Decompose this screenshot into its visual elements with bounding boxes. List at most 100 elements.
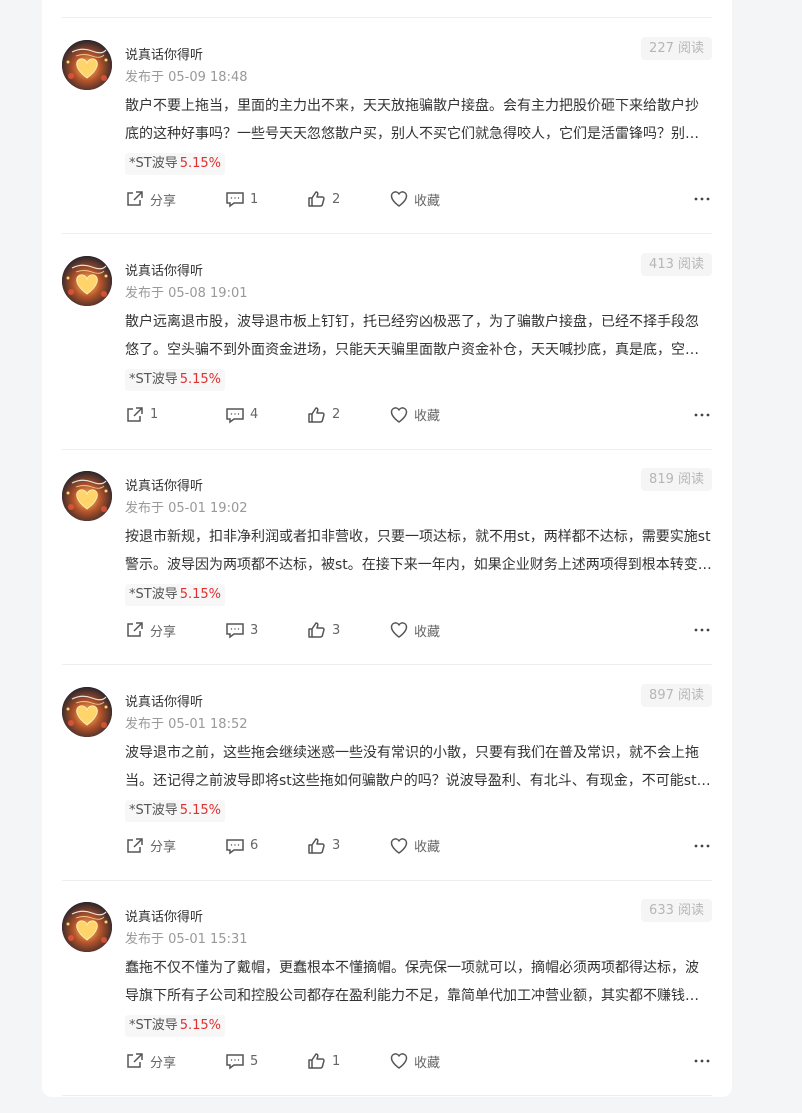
share-button[interactable]: 分享 bbox=[125, 183, 176, 215]
more-options-button[interactable] bbox=[694, 183, 710, 215]
stock-tag[interactable]: *ST波导 5.15% bbox=[125, 1015, 226, 1037]
like-button[interactable]: 1 bbox=[307, 1045, 340, 1077]
comment-count: 6 bbox=[250, 838, 259, 853]
share-button[interactable]: 分享 bbox=[125, 830, 176, 862]
read-count-badge: 413 阅读 bbox=[641, 252, 712, 276]
post-item[interactable]: 说真话你得听 发布于 05-09 18:48 227 阅读 散户不要上拖当，里面… bbox=[62, 18, 712, 234]
comment-button[interactable]: 4 bbox=[225, 399, 258, 431]
author-name[interactable]: 说真话你得听 bbox=[125, 44, 203, 63]
comment-count: 1 bbox=[250, 191, 259, 207]
more-options-button[interactable] bbox=[694, 399, 710, 431]
publish-time: 发布于 05-09 18:48 bbox=[125, 70, 248, 85]
avatar[interactable] bbox=[62, 471, 112, 521]
stock-tag[interactable]: *ST波导 5.15% bbox=[125, 584, 226, 606]
like-button[interactable]: 3 bbox=[307, 614, 340, 646]
heart-icon bbox=[390, 406, 408, 423]
like-count: 3 bbox=[332, 622, 341, 638]
comment-button[interactable]: 6 bbox=[225, 830, 258, 862]
comment-icon bbox=[226, 407, 244, 423]
stock-tag[interactable]: *ST波导 5.15% bbox=[125, 368, 226, 391]
share-button[interactable]: 分享 bbox=[125, 614, 176, 646]
collect-label: 收藏 bbox=[414, 409, 441, 424]
share-label: 分享 bbox=[150, 193, 177, 209]
avatar[interactable] bbox=[62, 40, 112, 90]
post-content-line: 当。还记得之前波导即将st这些拖如何骗散户的吗？说波导盈利、有北斗、有现金，不可… bbox=[125, 772, 712, 789]
like-button[interactable]: 2 bbox=[307, 183, 340, 215]
post-item[interactable]: 说真话你得听 发布于 05-01 19:02 819 阅读 按退市新规，扣非净利… bbox=[62, 449, 712, 665]
share-button[interactable]: 分享 bbox=[125, 1045, 176, 1077]
comment-count: 3 bbox=[250, 622, 259, 638]
like-count: 3 bbox=[332, 838, 341, 853]
post-content-line: 警示。波导因为两项都不达标，被st。在接下来一年内，如果企业财务上述两项得到根本… bbox=[125, 557, 712, 573]
share-icon bbox=[127, 191, 143, 206]
comment-button[interactable]: 3 bbox=[225, 614, 258, 646]
collect-label: 收藏 bbox=[414, 1055, 441, 1071]
collect-button[interactable]: 收藏 bbox=[389, 399, 440, 431]
collect-button[interactable]: 收藏 bbox=[389, 614, 440, 646]
post-item[interactable]: 说真话你得听 发布于 05-08 19:01 413 阅读 散户远离退市股，波导… bbox=[62, 234, 712, 450]
post-content[interactable]: 按退市新规，扣非净利润或者扣非营收，只要一项达标，就不用st，两样都不达标，需要… bbox=[125, 523, 712, 579]
publish-time: 发布于 05-01 19:02 bbox=[125, 501, 248, 516]
stock-name: *ST波导 bbox=[129, 1018, 178, 1033]
read-count-badge: 897 阅读 bbox=[641, 683, 712, 707]
share-icon bbox=[127, 622, 143, 637]
comment-icon bbox=[226, 623, 244, 639]
post-content-line: 悠了。空头骗不到外面资金进场，只能天天骗里面散户资金补仓，天天喊抄底，真是底，空… bbox=[125, 341, 712, 358]
collect-label: 收藏 bbox=[414, 624, 441, 640]
post-content[interactable]: 散户不要上拖当，里面的主力出不来，天天放拖骗散户接盘。会有主力把股价砸下来给散户… bbox=[125, 92, 712, 148]
stock-name: *ST波导 bbox=[129, 587, 178, 602]
collect-button[interactable]: 收藏 bbox=[389, 1045, 440, 1077]
more-options-button[interactable] bbox=[694, 1045, 710, 1077]
post-item[interactable]: 说真话你得听 发布于 05-01 15:31 633 阅读 蠢拖不仅不懂为了戴帽… bbox=[62, 880, 712, 1096]
comment-icon bbox=[226, 1054, 244, 1070]
thumbs-up-icon bbox=[308, 837, 325, 854]
like-button[interactable]: 2 bbox=[307, 399, 340, 431]
post-list-card: 说真话你得听 发布于 05-09 18:48 227 阅读 散户不要上拖当，里面… bbox=[42, 0, 732, 1097]
stock-change-percent: 5.15% bbox=[179, 1018, 222, 1033]
stock-change-percent: 5.15% bbox=[179, 802, 222, 818]
share-icon bbox=[127, 406, 143, 422]
more-icon bbox=[694, 628, 710, 632]
post-content-line: 散户不要上拖当，里面的主力出不来，天天放拖骗散户接盘。会有主力把股价砸下来给散户… bbox=[125, 98, 699, 114]
like-count: 2 bbox=[332, 191, 341, 207]
post-content[interactable]: 蠢拖不仅不懂为了戴帽，更蠢根本不懂摘帽。保壳保一项就可以，摘帽必须两项都得达标，… bbox=[125, 954, 712, 1010]
author-name[interactable]: 说真话你得听 bbox=[125, 906, 203, 925]
share-icon bbox=[127, 1053, 143, 1068]
post-content[interactable]: 散户远离退市股，波导退市板上钉钉，托已经穷凶极恶了，为了骗散户接盘，已经不择手段… bbox=[125, 308, 712, 364]
author-name[interactable]: 说真话你得听 bbox=[125, 260, 203, 279]
thumbs-up-icon bbox=[308, 191, 325, 207]
post-item[interactable]: 说真话你得听 发布于 05-01 18:52 897 阅读 波导退市之前，这些拖… bbox=[62, 665, 712, 881]
thumbs-up-icon bbox=[308, 622, 325, 638]
post-actions: 1 4 2 收藏 bbox=[125, 399, 712, 431]
read-count-badge: 633 阅读 bbox=[641, 899, 712, 922]
comment-button[interactable]: 5 bbox=[225, 1045, 258, 1077]
more-options-button[interactable] bbox=[694, 830, 710, 862]
post-actions: 分享 1 2 收藏 bbox=[125, 183, 712, 215]
like-button[interactable]: 3 bbox=[307, 830, 340, 862]
stock-name: *ST波导 bbox=[129, 371, 178, 387]
like-count: 2 bbox=[332, 407, 341, 422]
author-name[interactable]: 说真话你得听 bbox=[125, 691, 203, 710]
author-name[interactable]: 说真话你得听 bbox=[125, 475, 203, 494]
post-content[interactable]: 波导退市之前，这些拖会继续迷惑一些没有常识的小散，只要有我们在普及常识，就不会上… bbox=[125, 739, 712, 795]
avatar[interactable] bbox=[62, 255, 112, 306]
avatar[interactable] bbox=[62, 902, 112, 952]
share-label: 1 bbox=[150, 407, 159, 422]
read-count-badge: 819 阅读 bbox=[641, 468, 712, 491]
more-options-button[interactable] bbox=[694, 614, 710, 646]
heart-icon bbox=[390, 622, 408, 638]
avatar[interactable] bbox=[62, 686, 112, 737]
share-label: 分享 bbox=[150, 1055, 177, 1071]
stock-change-percent: 5.15% bbox=[179, 587, 222, 602]
post-actions: 分享 5 1 收藏 bbox=[125, 1045, 712, 1077]
stock-tag[interactable]: *ST波导 5.15% bbox=[125, 153, 226, 175]
post-content-line: 散户远离退市股，波导退市板上钉钉，托已经穷凶极恶了，为了骗散户接盘，已经不择手段… bbox=[125, 313, 699, 330]
comment-button[interactable]: 1 bbox=[225, 183, 258, 215]
collect-button[interactable]: 收藏 bbox=[389, 830, 440, 862]
collect-button[interactable]: 收藏 bbox=[389, 183, 440, 215]
post-actions: 分享 3 3 收藏 bbox=[125, 614, 712, 646]
share-label: 分享 bbox=[150, 840, 177, 855]
share-label: 分享 bbox=[150, 624, 177, 640]
stock-tag[interactable]: *ST波导 5.15% bbox=[125, 799, 226, 822]
share-button[interactable]: 1 bbox=[125, 399, 158, 431]
